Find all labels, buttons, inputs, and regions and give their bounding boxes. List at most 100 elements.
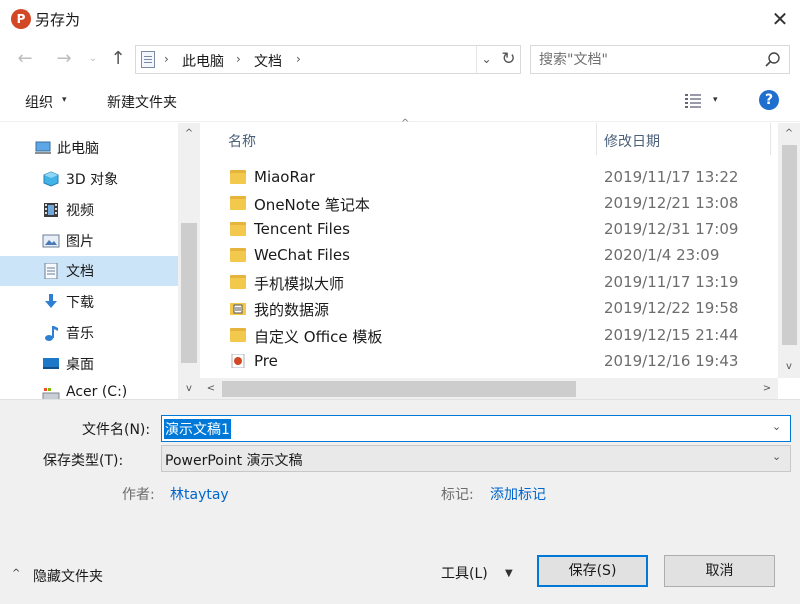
scroll-up-arrow-icon[interactable]: ^: [178, 123, 200, 145]
hide-folders-button[interactable]: 隐藏文件夹: [33, 566, 103, 586]
up-arrow-icon[interactable]: ↑: [106, 47, 130, 71]
forward-arrow-icon[interactable]: →: [52, 47, 76, 71]
filetype-select[interactable]: PowerPoint 演示文稿 ⌄: [161, 445, 791, 472]
back-arrow-icon[interactable]: ←: [13, 47, 37, 71]
list-item[interactable]: OneNote 笔记本 2019/12/21 13:08: [200, 191, 778, 217]
music-icon: [45, 326, 58, 341]
organize-button[interactable]: 组织: [25, 92, 53, 112]
file-list-vertical-scrollbar[interactable]: ^ v: [778, 123, 800, 378]
file-name: Tencent Files: [254, 220, 350, 238]
search-box[interactable]: [530, 45, 790, 74]
chevron-down-icon[interactable]: ⌄: [772, 450, 781, 463]
scroll-right-arrow-icon[interactable]: >: [756, 378, 778, 400]
computer-icon: [35, 141, 51, 154]
breadcrumb-this-pc[interactable]: 此电脑: [182, 51, 224, 71]
file-name: OneNote 笔记本: [254, 196, 370, 214]
save-button[interactable]: 保存(S): [537, 555, 648, 587]
list-item[interactable]: Tencent Files 2019/12/31 17:09: [200, 217, 778, 243]
author-label: 作者:: [122, 487, 155, 503]
column-header-name[interactable]: 名称: [228, 131, 256, 151]
sidebar-item-music[interactable]: 音乐: [0, 318, 178, 348]
list-item[interactable]: WeChat Files 2020/1/4 23:09: [200, 243, 778, 269]
chevron-down-icon[interactable]: ▾: [713, 95, 718, 105]
folder-icon: [230, 222, 246, 236]
save-options-panel: 文件名(N): 演示文稿1 ⌄ 保存类型(T): PowerPoint 演示文稿…: [0, 400, 800, 604]
scroll-up-arrow-icon[interactable]: ^: [778, 123, 800, 145]
scrollbar-thumb[interactable]: [782, 145, 797, 345]
list-item[interactable]: MiaoRar 2019/11/17 13:22: [200, 165, 778, 191]
scroll-left-arrow-icon[interactable]: <: [200, 378, 222, 400]
scrollbar-thumb[interactable]: [181, 223, 197, 363]
breadcrumb-separator-icon[interactable]: ›: [164, 52, 169, 66]
navigation-pane-scrollbar[interactable]: ^ v: [178, 123, 200, 400]
sort-ascending-chevron-icon: ^: [401, 118, 410, 129]
title-bar: P 另存为 ✕: [0, 0, 800, 38]
download-icon: [45, 294, 57, 308]
file-date: 2020/1/4 23:09: [604, 246, 720, 264]
search-icon[interactable]: [763, 51, 783, 69]
filetype-value: PowerPoint 演示文稿: [165, 453, 303, 469]
powerpoint-file-icon: [231, 354, 245, 368]
video-icon: [44, 203, 58, 217]
file-date: 2019/12/31 17:09: [604, 220, 739, 238]
file-list: 名称 修改日期 MiaoRar 2019/11/17 13:22 OneNote…: [200, 123, 778, 378]
list-item[interactable]: 自定义 Office 模板 2019/12/15 21:44: [200, 323, 778, 349]
filename-field[interactable]: 演示文稿1 ⌄: [161, 415, 791, 442]
author-link[interactable]: 林taytay: [170, 484, 229, 504]
documents-icon: [44, 263, 58, 279]
powerpoint-app-icon: P: [11, 9, 31, 29]
file-date: 2019/11/17 13:22: [604, 168, 739, 186]
address-history-dropdown[interactable]: ⌄: [476, 46, 496, 73]
address-bar[interactable]: › 此电脑 › 文档 › ⌄ ↻: [135, 45, 521, 74]
list-item[interactable]: 我的数据源 2019/12/22 19:58: [200, 296, 778, 322]
breadcrumb-documents[interactable]: 文档: [254, 51, 282, 71]
list-item[interactable]: Pre 2019/12/16 19:43: [200, 349, 778, 375]
new-folder-button[interactable]: 新建文件夹: [107, 92, 177, 112]
folder-icon: [230, 196, 246, 210]
folder-icon: [230, 248, 246, 262]
chevron-down-icon[interactable]: ⌄: [772, 420, 781, 433]
add-tags-link[interactable]: 添加标记: [490, 484, 546, 504]
document-location-icon: [141, 51, 155, 68]
breadcrumb-separator-icon[interactable]: ›: [296, 52, 301, 66]
sidebar-item-documents[interactable]: 文档: [0, 256, 178, 286]
breadcrumb-separator-icon[interactable]: ›: [236, 52, 241, 66]
cancel-button[interactable]: 取消: [664, 555, 775, 587]
file-list-horizontal-scrollbar[interactable]: < >: [200, 378, 778, 400]
sidebar-item-3d-objects[interactable]: 3D 对象: [0, 164, 178, 194]
pictures-icon: [42, 234, 60, 248]
sidebar-item-label: 下载: [66, 295, 94, 311]
sidebar-item-downloads[interactable]: 下载: [0, 287, 178, 317]
filename-value[interactable]: 演示文稿1: [164, 419, 231, 439]
chevron-up-icon[interactable]: ^: [12, 568, 20, 579]
sidebar-item-this-pc[interactable]: 此电脑: [0, 133, 178, 163]
column-header-date-modified[interactable]: 修改日期: [604, 131, 660, 151]
column-divider[interactable]: [596, 123, 597, 155]
close-button[interactable]: ✕: [760, 0, 800, 38]
sidebar-item-label: Acer (C:): [66, 384, 128, 400]
scrollbar-thumb[interactable]: [222, 381, 576, 397]
scroll-down-arrow-icon[interactable]: v: [778, 356, 800, 378]
file-date: 2019/12/15 21:44: [604, 326, 739, 344]
scroll-down-arrow-icon[interactable]: v: [178, 378, 200, 400]
sidebar-item-videos[interactable]: 视频: [0, 195, 178, 225]
chevron-down-icon[interactable]: ▼: [505, 568, 513, 579]
sidebar-item-label: 3D 对象: [66, 172, 119, 188]
file-name: WeChat Files: [254, 246, 350, 264]
file-date: 2019/12/22 19:58: [604, 299, 739, 317]
recent-locations-chevron-icon[interactable]: ⌄: [86, 47, 100, 71]
search-input[interactable]: [539, 50, 759, 69]
sidebar-item-drive-c[interactable]: Acer (C:): [0, 379, 178, 400]
3d-objects-icon: [43, 171, 59, 187]
sidebar-item-pictures[interactable]: 图片: [0, 226, 178, 256]
column-divider[interactable]: [770, 123, 771, 155]
list-item[interactable]: 手机模拟大师 2019/11/17 13:19: [200, 270, 778, 296]
help-icon[interactable]: ?: [759, 90, 779, 110]
view-options-icon[interactable]: [684, 92, 702, 110]
sidebar-item-label: 视频: [66, 203, 94, 219]
refresh-icon[interactable]: ↻: [496, 46, 521, 73]
sidebar-item-label: 桌面: [66, 357, 94, 373]
tools-button[interactable]: 工具(L): [441, 563, 488, 583]
sidebar-item-desktop[interactable]: 桌面: [0, 349, 178, 379]
chevron-down-icon[interactable]: ▾: [62, 95, 67, 105]
